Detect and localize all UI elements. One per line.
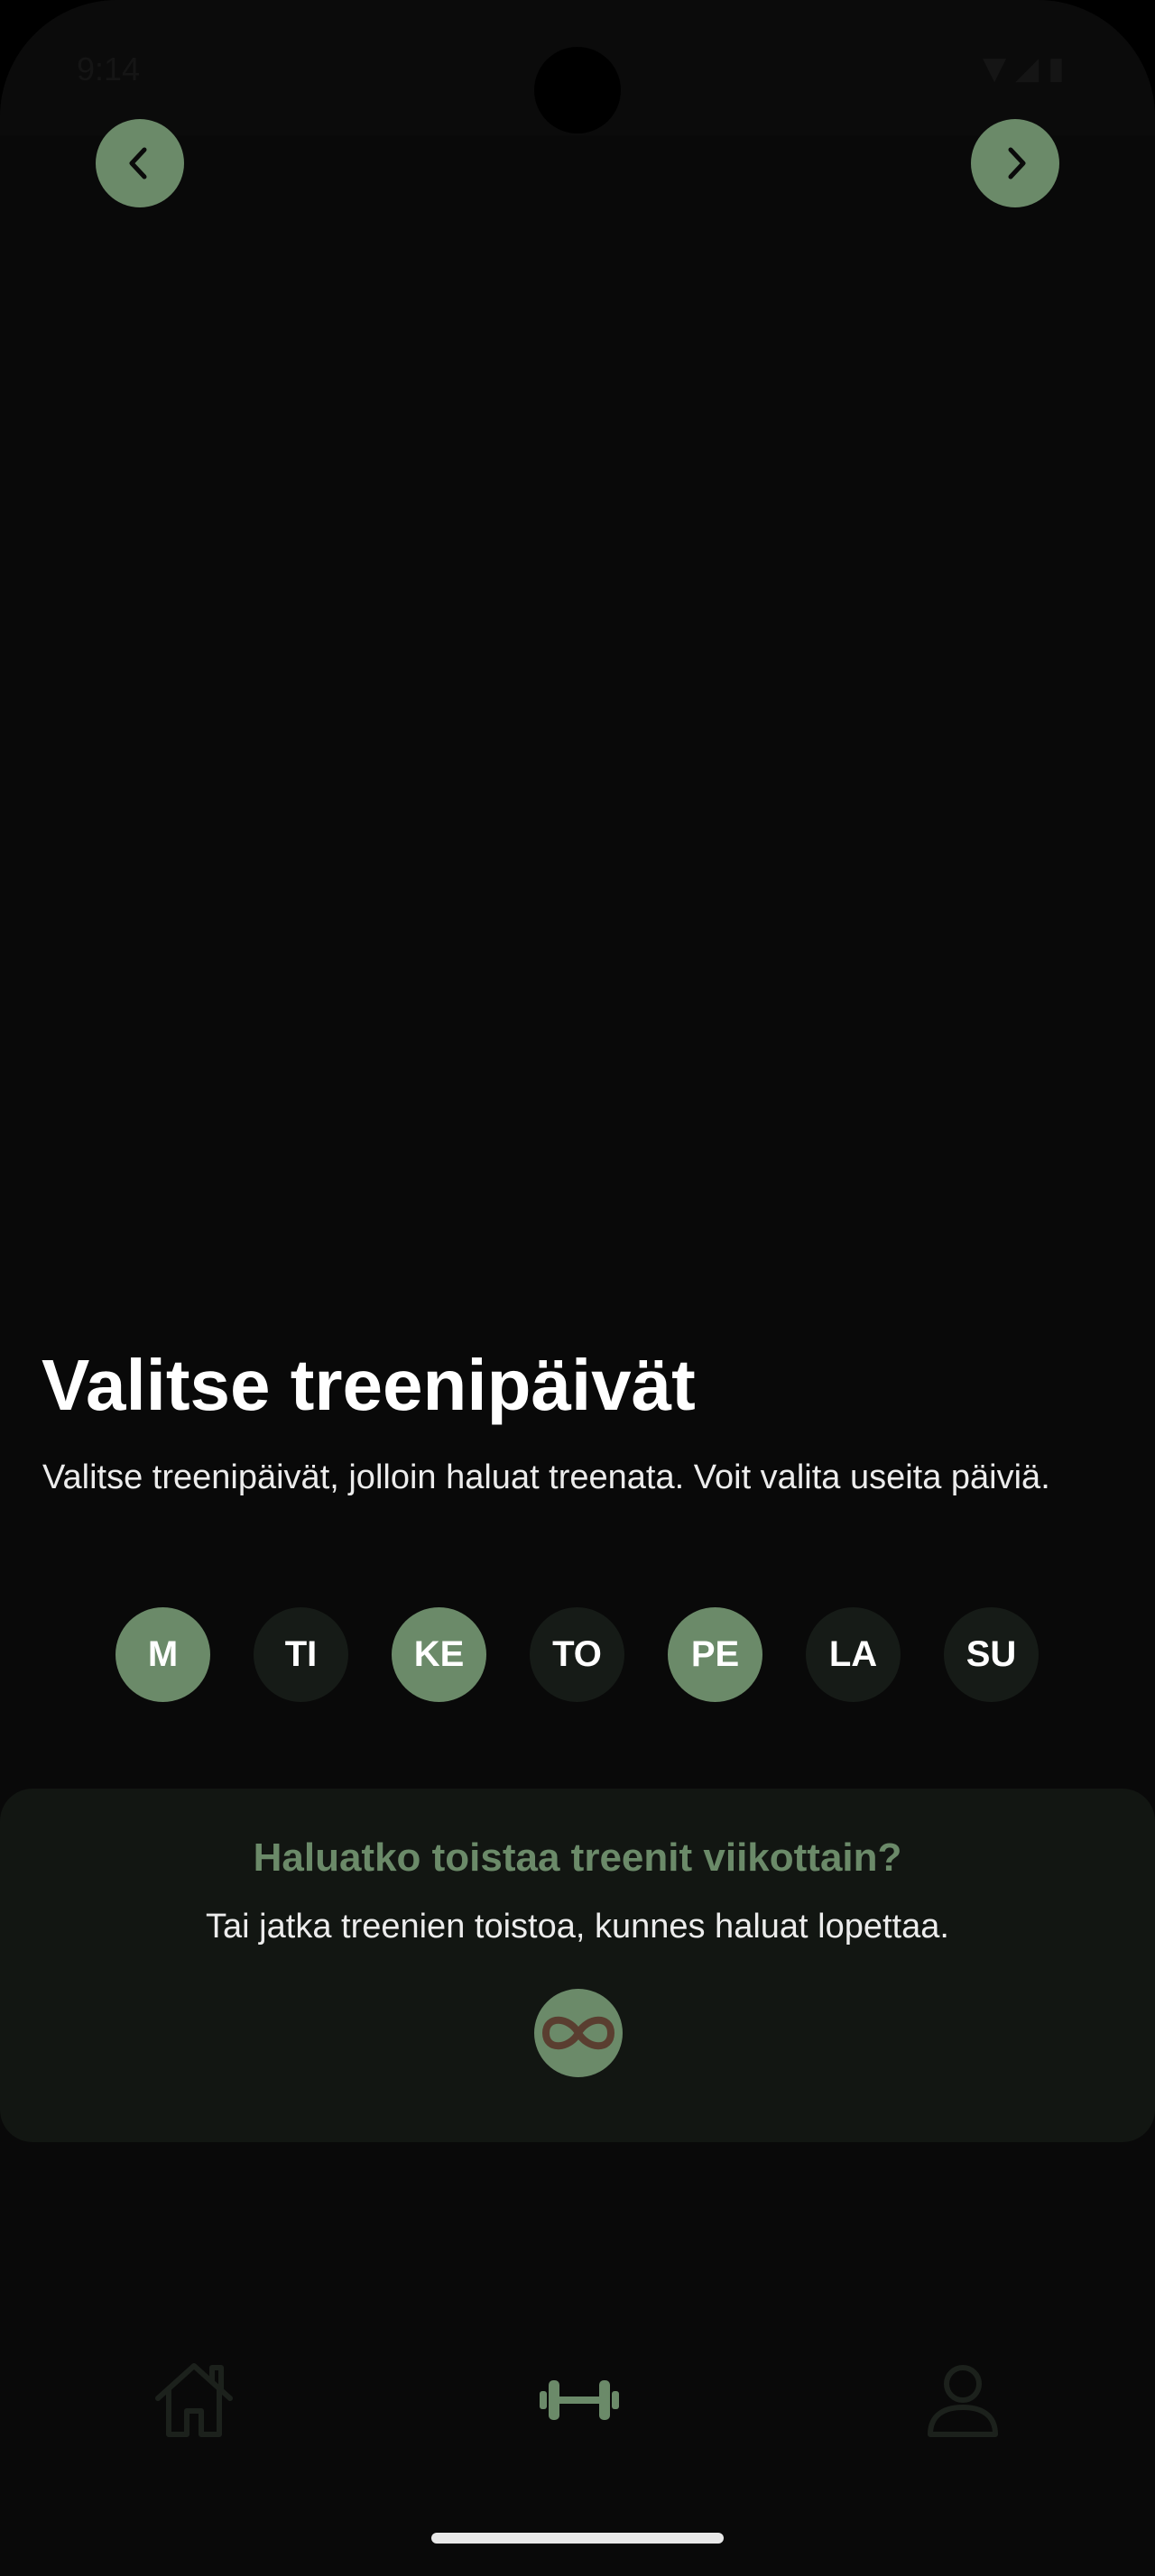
day-button-la[interactable]: LA [806, 1607, 901, 1702]
app-screen: 9:14 ▼◢▮ Valitse treenipäivät Valitse tr… [0, 0, 1155, 2576]
nav-home-button[interactable] [144, 2351, 244, 2450]
status-time: 9:14 [77, 51, 141, 87]
day-button-ti[interactable]: TI [254, 1607, 348, 1702]
page-title: Valitse treenipäivät [42, 1345, 696, 1425]
next-button[interactable] [971, 119, 1059, 207]
back-button[interactable] [96, 119, 184, 207]
page-subtitle: Valitse treenipäivät, jolloin haluat tre… [42, 1458, 1050, 1496]
nav-profile-button[interactable] [913, 2351, 1012, 2450]
home-indicator-bar[interactable] [431, 2533, 724, 2544]
repeat-description: Tai jatka treenien toistoa, kunnes halua… [206, 1908, 949, 1946]
infinity-icon [542, 2016, 614, 2050]
day-button-m[interactable]: M [116, 1607, 210, 1702]
home-icon [155, 2363, 233, 2437]
day-selector: M TI KE TO PE LA SU [116, 1607, 1039, 1702]
nav-workouts-button[interactable] [530, 2351, 629, 2450]
repeat-toggle-button[interactable] [534, 1989, 623, 2077]
day-button-su[interactable]: SU [944, 1607, 1039, 1702]
bottom-navigation [0, 2327, 1155, 2507]
repeat-title: Haluatko toistaa treenit viikottain? [253, 1835, 902, 1880]
day-button-ke[interactable]: KE [392, 1607, 486, 1702]
profile-icon [928, 2365, 998, 2437]
day-button-pe[interactable]: PE [668, 1607, 762, 1702]
battery-icon: ▮ [1048, 51, 1074, 87]
dumbbell-icon [540, 2380, 619, 2420]
camera-cutout [534, 47, 621, 133]
status-icons: ▼◢▮ [983, 51, 1074, 87]
chevron-left-icon [129, 147, 147, 179]
chevron-right-icon [1008, 147, 1026, 179]
signal-icon: ◢ [1015, 51, 1049, 87]
wifi-icon: ▼ [982, 51, 1016, 87]
repeat-card: Haluatko toistaa treenit viikottain? Tai… [0, 1789, 1155, 2142]
day-button-to[interactable]: TO [530, 1607, 624, 1702]
